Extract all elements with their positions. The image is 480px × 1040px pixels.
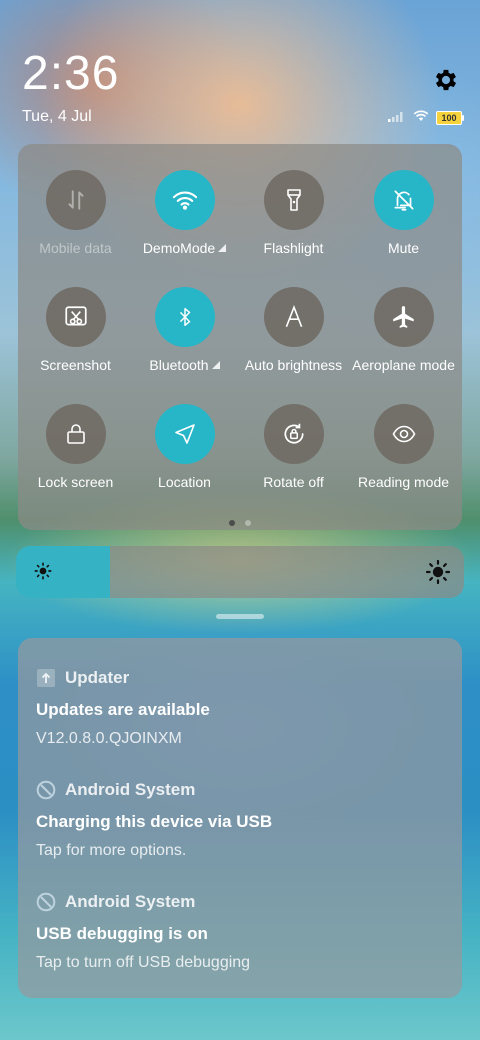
tile-location[interactable]: Location <box>130 404 239 490</box>
notification-app-header: Android System <box>36 892 446 912</box>
wifi-status-icon <box>412 108 430 127</box>
bluetooth-icon <box>174 304 196 330</box>
notification-list: Updater Updates are available V12.0.8.0.QJ… <box>18 638 462 998</box>
tile-label: DemoMode <box>130 240 239 256</box>
tile-label: Flashlight <box>239 240 348 256</box>
tile-toggle-button[interactable] <box>373 170 434 230</box>
notification-item[interactable]: Android System USB debugging is on Tap to … <box>36 892 446 972</box>
notification-title: Charging this device via USB <box>36 812 273 831</box>
tile-label: Reading mode <box>349 474 458 490</box>
tile-label: Bluetooth <box>130 357 239 373</box>
tile-toggle-button[interactable] <box>263 287 324 347</box>
notification-app-name: Android System <box>65 892 196 911</box>
system-icons: 100 <box>388 108 464 127</box>
clock[interactable]: 2:36 <box>22 48 119 100</box>
rotate-lock-icon <box>281 421 307 447</box>
settings-gear-icon[interactable] <box>432 66 460 94</box>
tile-toggle-button[interactable] <box>263 404 324 464</box>
notification-app-name: Updater <box>65 668 130 687</box>
tile-label: Lock screen <box>21 474 130 490</box>
date[interactable]: Tue, 4 Jul <box>22 108 92 126</box>
tile-toggle-button[interactable] <box>45 287 106 347</box>
tile-label-text: Aeroplane mode <box>352 357 455 373</box>
tile-toggle-button[interactable] <box>263 170 324 230</box>
tile-toggle-button[interactable] <box>154 404 215 464</box>
tile-label: Aeroplane mode <box>349 357 458 373</box>
notification-title: USB debugging is on <box>36 924 208 943</box>
tile-mobile-data[interactable]: Mobile data <box>21 170 130 256</box>
brightness-level <box>16 546 111 598</box>
notification-body: Tap to turn off USB debugging <box>36 954 251 971</box>
tile-label-text: Rotate off <box>263 474 324 490</box>
flashlight-icon <box>282 187 306 213</box>
brightness-high-icon <box>425 559 451 589</box>
android-system-icon <box>36 892 56 912</box>
auto-brightness-icon <box>281 304 307 330</box>
tile-label-text: Screenshot <box>40 357 111 373</box>
tile-label-text: DemoMode <box>142 240 216 256</box>
tile-mute[interactable]: Mute <box>349 170 458 256</box>
tile-label-text: Flashlight <box>263 240 324 256</box>
status-bar: 2:36 Tue, 4 Jul 100 <box>0 0 480 140</box>
notification-item[interactable]: Android System Charging this device via U… <box>36 780 446 860</box>
lock-icon <box>64 421 88 447</box>
tile-label: Location <box>130 474 239 490</box>
android-system-icon <box>36 780 56 800</box>
tile-label-text: Lock screen <box>37 474 114 490</box>
tile-label-text: Auto brightness <box>244 357 343 373</box>
tile-screenshot[interactable]: Screenshot <box>21 287 130 373</box>
tile-bluetooth[interactable]: Bluetooth <box>130 287 239 373</box>
brightness-slider[interactable] <box>16 546 464 598</box>
notification-body: V12.0.8.0.QJOINXM <box>36 730 182 747</box>
tile-toggle-button[interactable] <box>45 170 106 230</box>
tile-flashlight[interactable]: Flashlight <box>239 170 348 256</box>
tile-label-text: Location <box>158 474 211 490</box>
screenshot-icon <box>63 304 89 330</box>
battery-icon: 100 <box>436 110 464 125</box>
tile-toggle-button[interactable] <box>154 170 215 230</box>
airplane-icon <box>391 304 417 330</box>
tile-label: Mute <box>349 240 458 256</box>
notification-app-header: Android System <box>36 780 446 800</box>
notification-item[interactable]: Updater Updates are available V12.0.8.0.QJ… <box>36 668 446 748</box>
tile-label: Mobile data <box>21 240 130 256</box>
tile-aeroplane-mode[interactable]: Aeroplane mode <box>349 287 458 373</box>
tile-label-text: Bluetooth <box>149 357 209 373</box>
tile-auto-brightness[interactable]: Auto brightness <box>239 287 348 373</box>
drag-handle[interactable] <box>216 614 264 619</box>
tile-label-text: Mobile data <box>39 240 112 256</box>
tile-toggle-button[interactable] <box>373 404 434 464</box>
notification-title: Updates are available <box>36 700 210 719</box>
page-indicator <box>18 520 462 526</box>
tile-label: Screenshot <box>21 357 130 373</box>
tile-label-text: Mute <box>387 240 420 256</box>
tile-toggle-button[interactable] <box>45 404 106 464</box>
updater-icon <box>36 668 56 688</box>
expand-indicator-icon <box>218 244 227 252</box>
tile-label-text: Reading mode <box>357 474 450 490</box>
notification-body: Tap for more options. <box>36 842 187 859</box>
eye-icon <box>390 422 418 446</box>
page-dot-2[interactable] <box>245 520 251 526</box>
page-dot-1[interactable] <box>229 520 235 526</box>
notification-app-header: Updater <box>36 668 446 688</box>
tile-rotate-off[interactable]: Rotate off <box>239 404 348 490</box>
quick-settings-panel: Mobile data DemoMode Flashlight Mute Screens… <box>18 144 462 530</box>
tile-label: Auto brightness <box>239 357 348 373</box>
tile-demomode[interactable]: DemoMode <box>130 170 239 256</box>
tile-toggle-button[interactable] <box>154 287 215 347</box>
tile-label: Rotate off <box>239 474 348 490</box>
location-icon <box>173 422 197 446</box>
notification-app-name: Android System <box>65 780 196 799</box>
brightness-low-icon <box>34 562 52 585</box>
tile-lock-screen[interactable]: Lock screen <box>21 404 130 490</box>
signal-icon <box>388 109 406 127</box>
expand-indicator-icon <box>211 361 220 369</box>
bell-off-icon <box>391 187 417 213</box>
wifi-icon <box>171 188 199 212</box>
mobile-data-icon <box>63 187 89 213</box>
tile-toggle-button[interactable] <box>373 287 434 347</box>
tile-reading-mode[interactable]: Reading mode <box>349 404 458 490</box>
